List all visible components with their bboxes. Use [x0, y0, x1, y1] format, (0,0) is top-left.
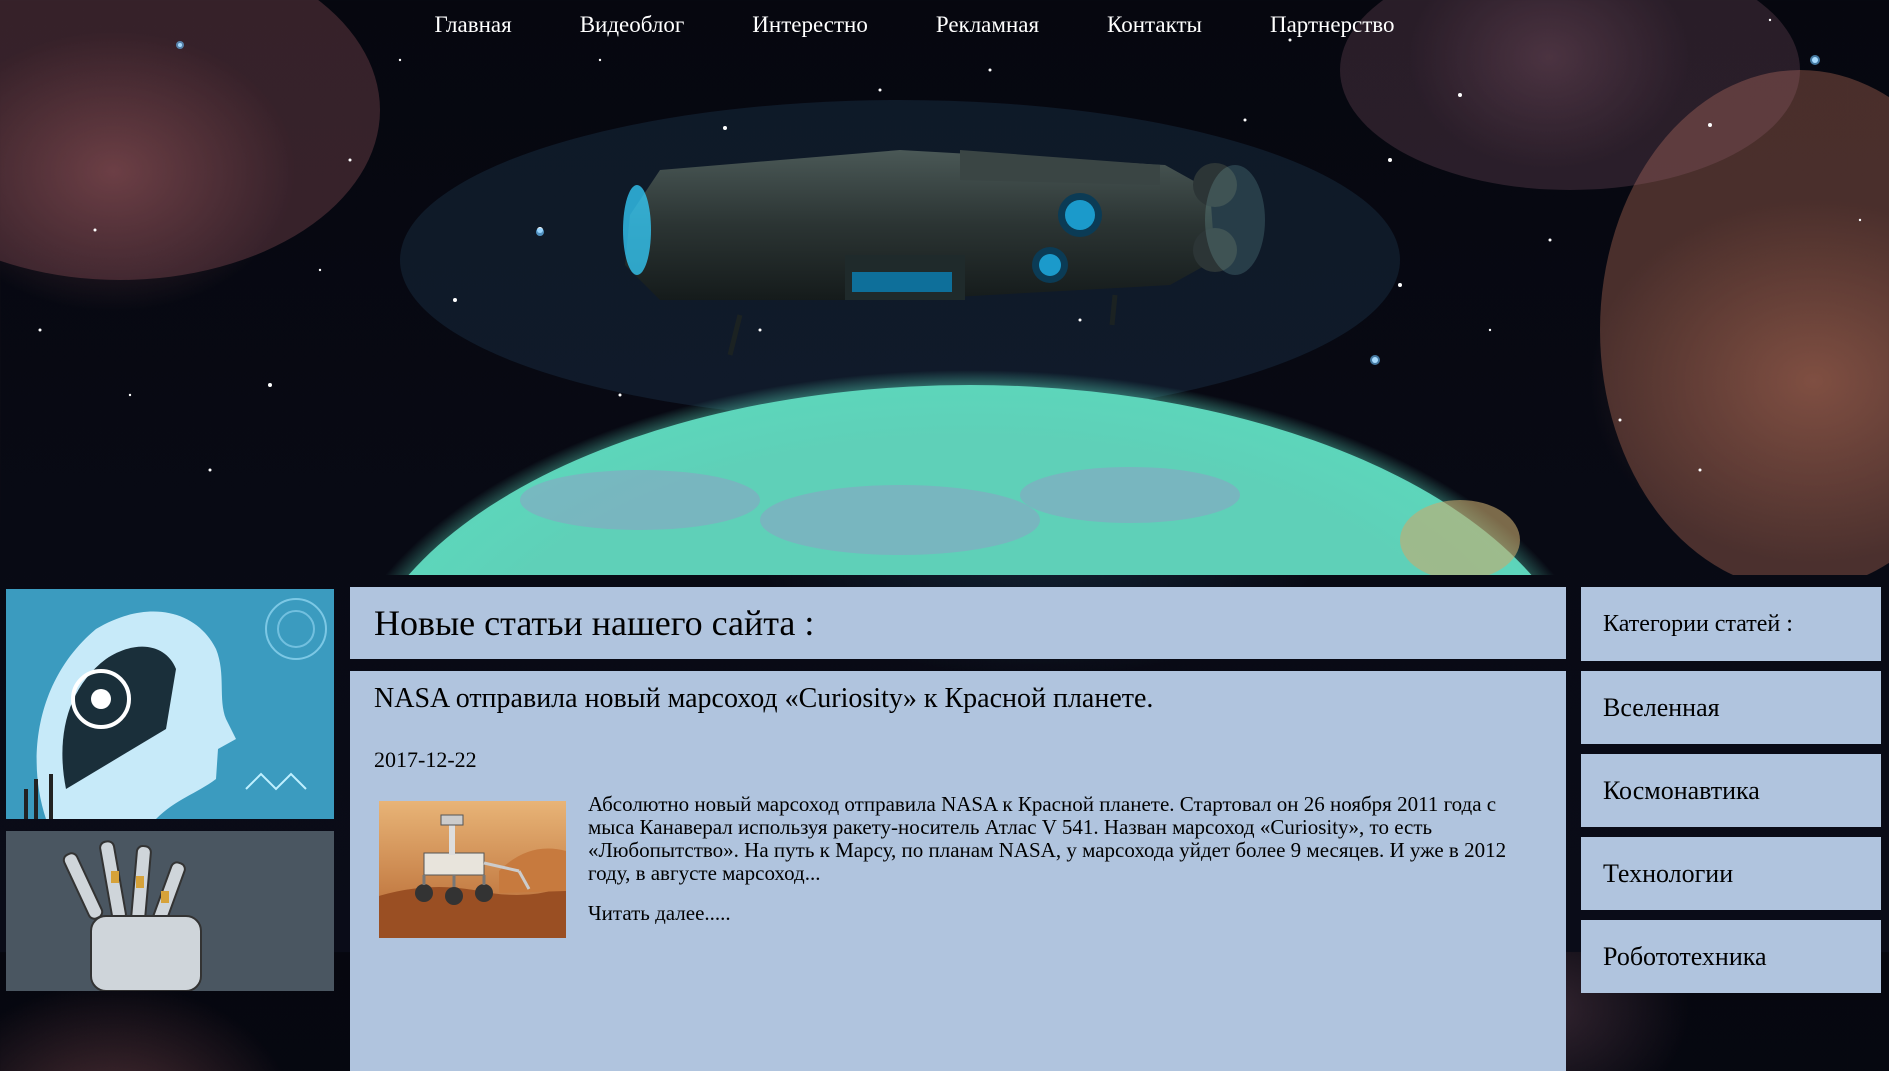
categories-title: Категории статей : [1581, 587, 1881, 661]
nav-item-advertising[interactable]: Рекламная [902, 12, 1073, 38]
category-cosmonautics[interactable]: Космонавтика [1581, 754, 1881, 827]
nav-item-partnership[interactable]: Партнерство [1236, 12, 1429, 38]
category-technologies[interactable]: Технологии [1581, 837, 1881, 910]
nav-item-interesting[interactable]: Интерестно [718, 12, 902, 38]
article-card: NASA отправила новый марсоход «Curiosity… [350, 671, 1566, 1071]
article-body: Абсолютно новый марсоход отправила NASA … [374, 793, 1542, 938]
left-thumbnails [6, 589, 334, 991]
categories-sidebar: Категории статей : Вселенная Космонавтик… [1581, 587, 1881, 1003]
category-robotics[interactable]: Робототехника [1581, 920, 1881, 993]
article-title[interactable]: NASA отправила новый марсоход «Curiosity… [374, 671, 1542, 715]
mars-rover-image[interactable] [379, 801, 566, 938]
nav-item-videoblog[interactable]: Видеоблог [546, 12, 719, 38]
page-title: Новые статьи нашего сайта : [374, 603, 815, 643]
robot-hand-image[interactable] [6, 831, 334, 991]
read-more-link[interactable]: Читать далее..... [588, 902, 731, 925]
article-text: Абсолютно новый марсоход отправила NASA … [588, 793, 1518, 938]
category-universe[interactable]: Вселенная [1581, 671, 1881, 744]
nav-item-home[interactable]: Главная [400, 12, 545, 38]
top-navigation: Главная Видеоблог Интерестно Рекламная К… [0, 0, 1889, 50]
headline-panel: Новые статьи нашего сайта : [350, 587, 1566, 659]
nav-item-contacts[interactable]: Контакты [1073, 12, 1236, 38]
android-head-image[interactable] [6, 589, 334, 819]
article-excerpt: Абсолютно новый марсоход отправила NASA … [588, 792, 1507, 885]
space-background [0, 0, 1889, 575]
article-date: 2017-12-22 [374, 747, 477, 772]
main-content: Новые статьи нашего сайта : NASA отправи… [350, 587, 1566, 1071]
hero-banner: Главная Видеоблог Интерестно Рекламная К… [0, 0, 1889, 575]
